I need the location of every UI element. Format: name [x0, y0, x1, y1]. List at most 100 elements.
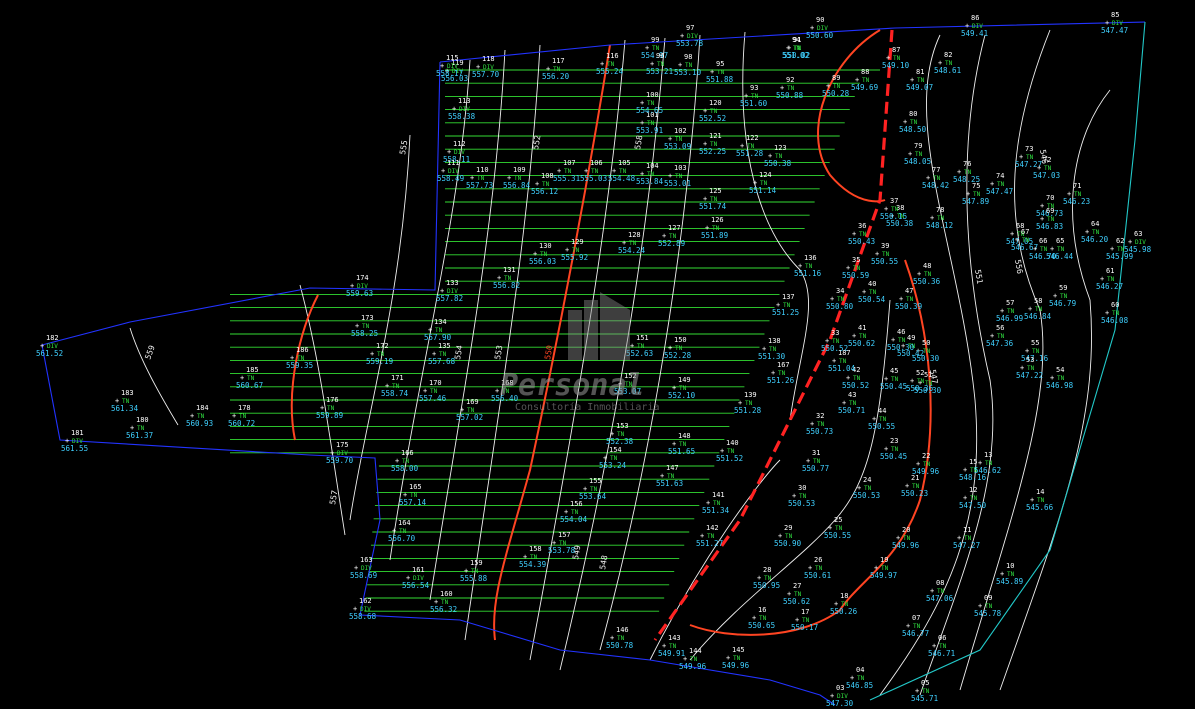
point-number: 91: [793, 36, 801, 44]
point-elevation: 550.26: [830, 607, 858, 616]
point-number: 169: [466, 398, 479, 406]
point-elevation: 548.50: [899, 125, 927, 134]
point-elevation: 553.21: [646, 67, 673, 76]
point-number: 87: [892, 46, 900, 54]
point-number: 127: [668, 224, 681, 232]
point-number: 15: [969, 458, 977, 466]
point-elevation: 551.28: [734, 406, 762, 415]
point-number: 12: [969, 486, 977, 494]
point-elevation: 550.88: [776, 91, 804, 100]
point-number: 159: [470, 559, 483, 567]
point-number: 79: [914, 142, 922, 150]
point-number: 86: [971, 14, 979, 22]
point-number: 39: [881, 242, 889, 250]
point-elevation: 558.17: [436, 69, 463, 78]
point-elevation: 553.78: [676, 39, 704, 48]
point-number: 124: [759, 171, 772, 179]
point-number: 136: [804, 254, 817, 262]
point-number: 89: [832, 74, 840, 82]
point-number: 123: [774, 144, 787, 152]
point-number: 76: [963, 160, 971, 168]
point-number: 49: [907, 334, 915, 342]
point-number: 96: [656, 52, 664, 60]
point-elevation: 552.25: [699, 147, 726, 156]
point-elevation: 546.20: [1081, 235, 1109, 244]
point-number: 166: [401, 449, 414, 457]
point-elevation: 558.49: [437, 174, 464, 183]
point-elevation: 551.16: [794, 269, 822, 278]
point-number: 26: [814, 556, 822, 564]
point-elevation: 545.99: [1106, 252, 1133, 261]
point-number: 144: [689, 647, 702, 655]
point-number: 181: [71, 429, 84, 437]
point-number: 111: [447, 159, 460, 167]
point-elevation: 552.89: [658, 239, 685, 248]
point-elevation: 550.60: [806, 31, 834, 40]
point-number: 171: [391, 374, 404, 382]
point-number: 161: [412, 566, 425, 574]
point-elevation: 552.10: [668, 391, 696, 400]
point-number: 180: [136, 416, 149, 424]
point-elevation: 551.30: [758, 352, 786, 361]
point-number: 158: [529, 545, 542, 553]
point-elevation: 550.39: [895, 302, 922, 311]
point-elevation: 550.45: [880, 382, 907, 391]
point-elevation: 555.03: [580, 174, 607, 183]
point-elevation: 558.68: [349, 612, 377, 621]
point-elevation: 546.85: [846, 681, 873, 690]
point-number: 20: [902, 526, 910, 534]
point-number: 156: [570, 500, 583, 508]
point-number: 74: [996, 172, 1004, 180]
point-number: 64: [1091, 220, 1099, 228]
point-number: 37: [890, 197, 898, 205]
point-elevation: 559.63: [346, 289, 373, 298]
point-number: 33: [831, 329, 839, 337]
point-elevation: 553.64: [579, 492, 607, 501]
point-elevation: 545.66: [1026, 503, 1054, 512]
point-number: 24: [863, 476, 871, 484]
point-number: 120: [709, 99, 722, 107]
point-elevation: 550.52: [842, 381, 869, 390]
point-elevation: 560.67: [236, 381, 263, 390]
point-number: 31: [812, 449, 820, 457]
point-number: 45: [890, 367, 898, 375]
point-elevation: 550.43: [848, 237, 875, 246]
point-elevation: 550.59: [842, 271, 869, 280]
point-elevation: 553.78: [548, 546, 576, 555]
point-number: 186: [296, 346, 309, 354]
point-elevation: 560.72: [228, 419, 255, 428]
point-number: 05: [921, 679, 929, 687]
point-elevation: 556.12: [531, 187, 558, 196]
point-elevation: 553.84: [636, 177, 664, 186]
point-number: 155: [589, 477, 602, 485]
point-number: 11: [963, 526, 971, 534]
point-number: 121: [709, 132, 722, 140]
point-number: 41: [858, 324, 866, 332]
point-elevation: 552.52: [699, 114, 726, 123]
point-number: 54: [1056, 366, 1064, 374]
point-number: 113: [458, 97, 471, 105]
point-elevation: 547.50: [959, 501, 987, 510]
point-elevation: 552.63: [626, 349, 653, 358]
point-number: 153: [616, 422, 629, 430]
point-number: 18: [840, 592, 848, 600]
point-number: 140: [726, 439, 739, 447]
point-elevation: 547.27: [953, 541, 980, 550]
point-number: 150: [674, 336, 687, 344]
point-elevation: 559.35: [286, 361, 313, 370]
point-number: 29: [784, 524, 792, 532]
point-number: 75: [972, 182, 980, 190]
point-number: 23: [890, 437, 898, 445]
point-number: 187: [838, 349, 851, 357]
point-elevation: 551.25: [772, 308, 799, 317]
point-number: 107: [563, 159, 576, 167]
point-elevation: 547.03: [1033, 171, 1060, 180]
point-elevation: 550.30: [914, 386, 942, 395]
point-elevation: 551.88: [706, 75, 734, 84]
point-elevation: 545.71: [911, 694, 938, 703]
point-elevation: 550.90: [774, 539, 802, 548]
point-elevation: 556.03: [529, 257, 556, 266]
point-elevation: 549.96: [679, 662, 707, 671]
point-elevation: 553.10: [674, 68, 702, 77]
point-elevation: 550.71: [838, 406, 865, 415]
